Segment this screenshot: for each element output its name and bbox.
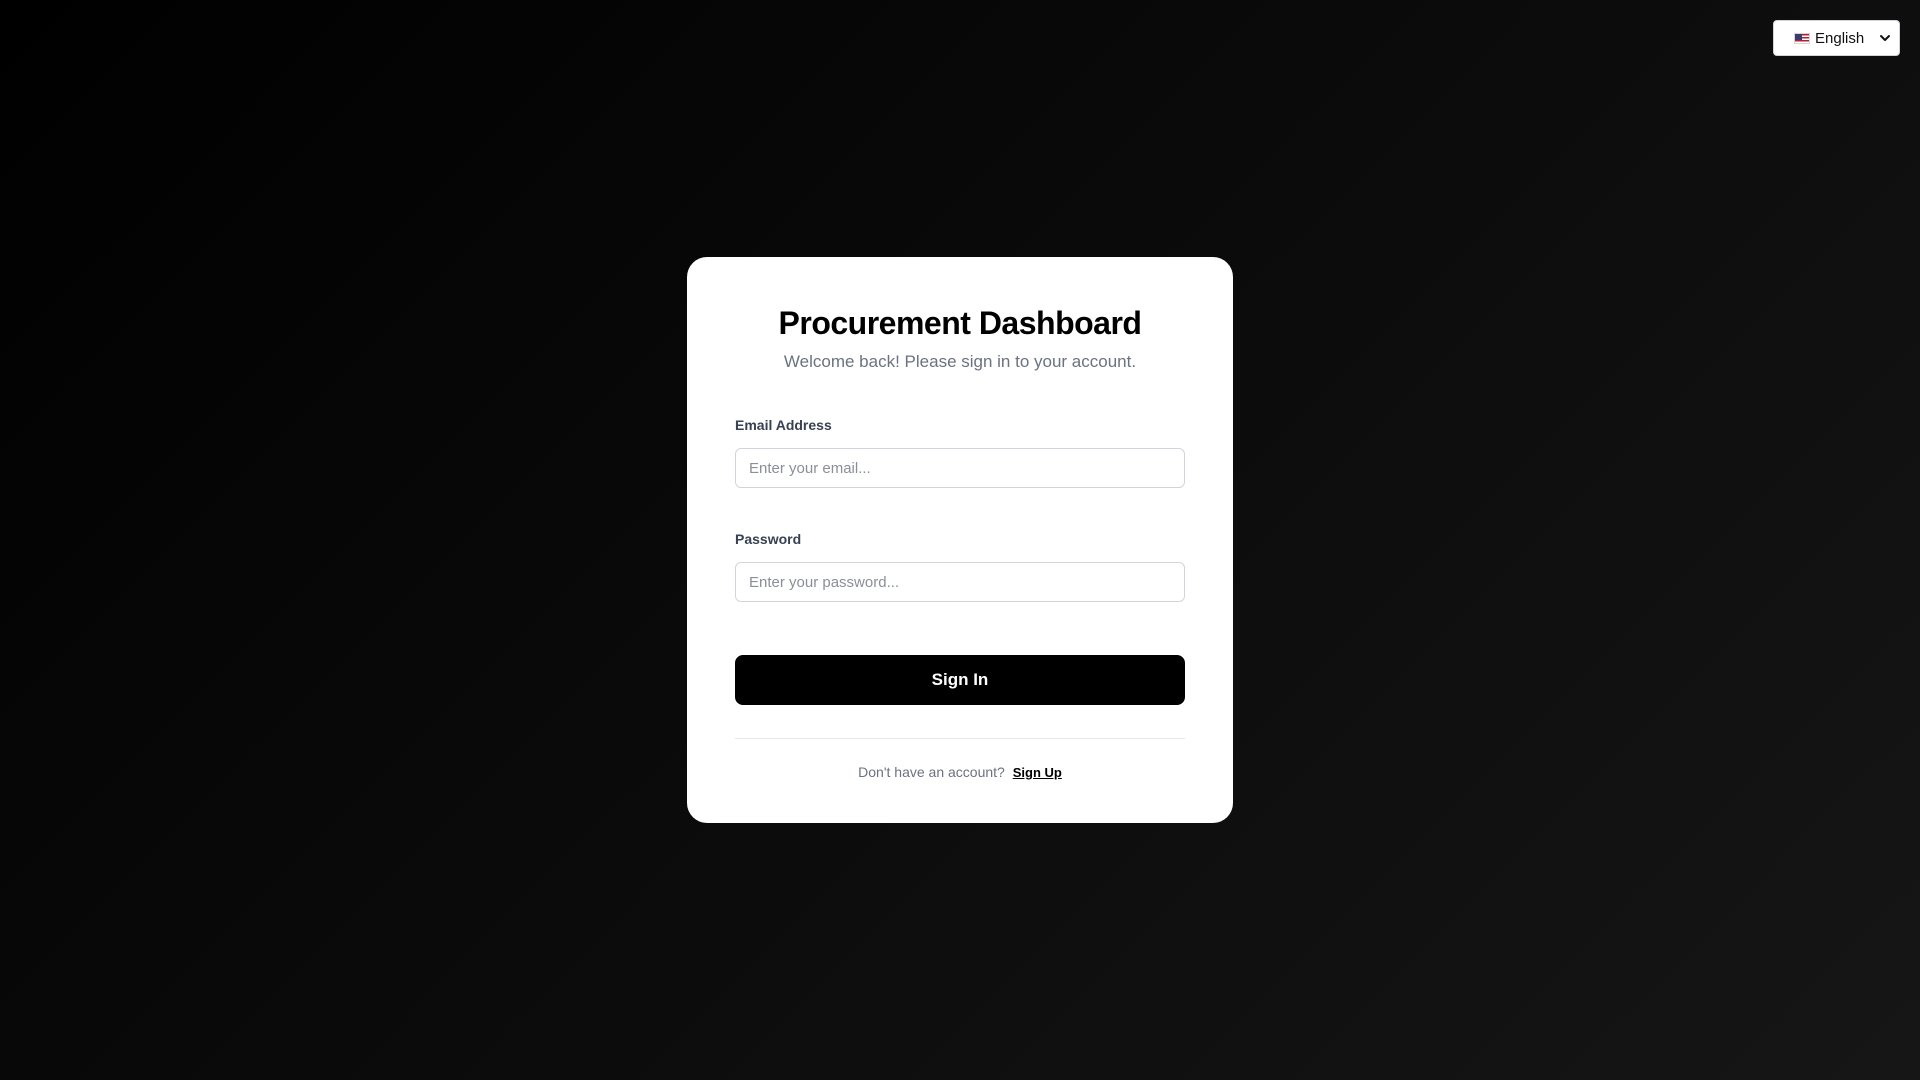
page-title: Procurement Dashboard: [778, 305, 1142, 341]
email-input[interactable]: [735, 448, 1185, 488]
login-card: Procurement Dashboard Welcome back! Plea…: [687, 257, 1233, 823]
chevron-down-icon: [1880, 35, 1890, 41]
language-selector[interactable]: English: [1773, 20, 1900, 56]
divider: [735, 738, 1185, 739]
signup-prompt-text: Don't have an account?: [858, 764, 1005, 780]
us-flag-icon: [1794, 32, 1810, 44]
password-input[interactable]: [735, 562, 1185, 602]
sign-up-link[interactable]: Sign Up: [1013, 765, 1062, 780]
email-label: Email Address: [735, 417, 832, 433]
sign-in-button[interactable]: Sign In: [735, 655, 1185, 705]
page-subtitle: Welcome back! Please sign in to your acc…: [783, 352, 1137, 371]
password-label: Password: [735, 531, 802, 547]
signup-prompt: Don't have an account? Sign Up: [735, 763, 1185, 782]
language-label: English: [1815, 29, 1865, 47]
